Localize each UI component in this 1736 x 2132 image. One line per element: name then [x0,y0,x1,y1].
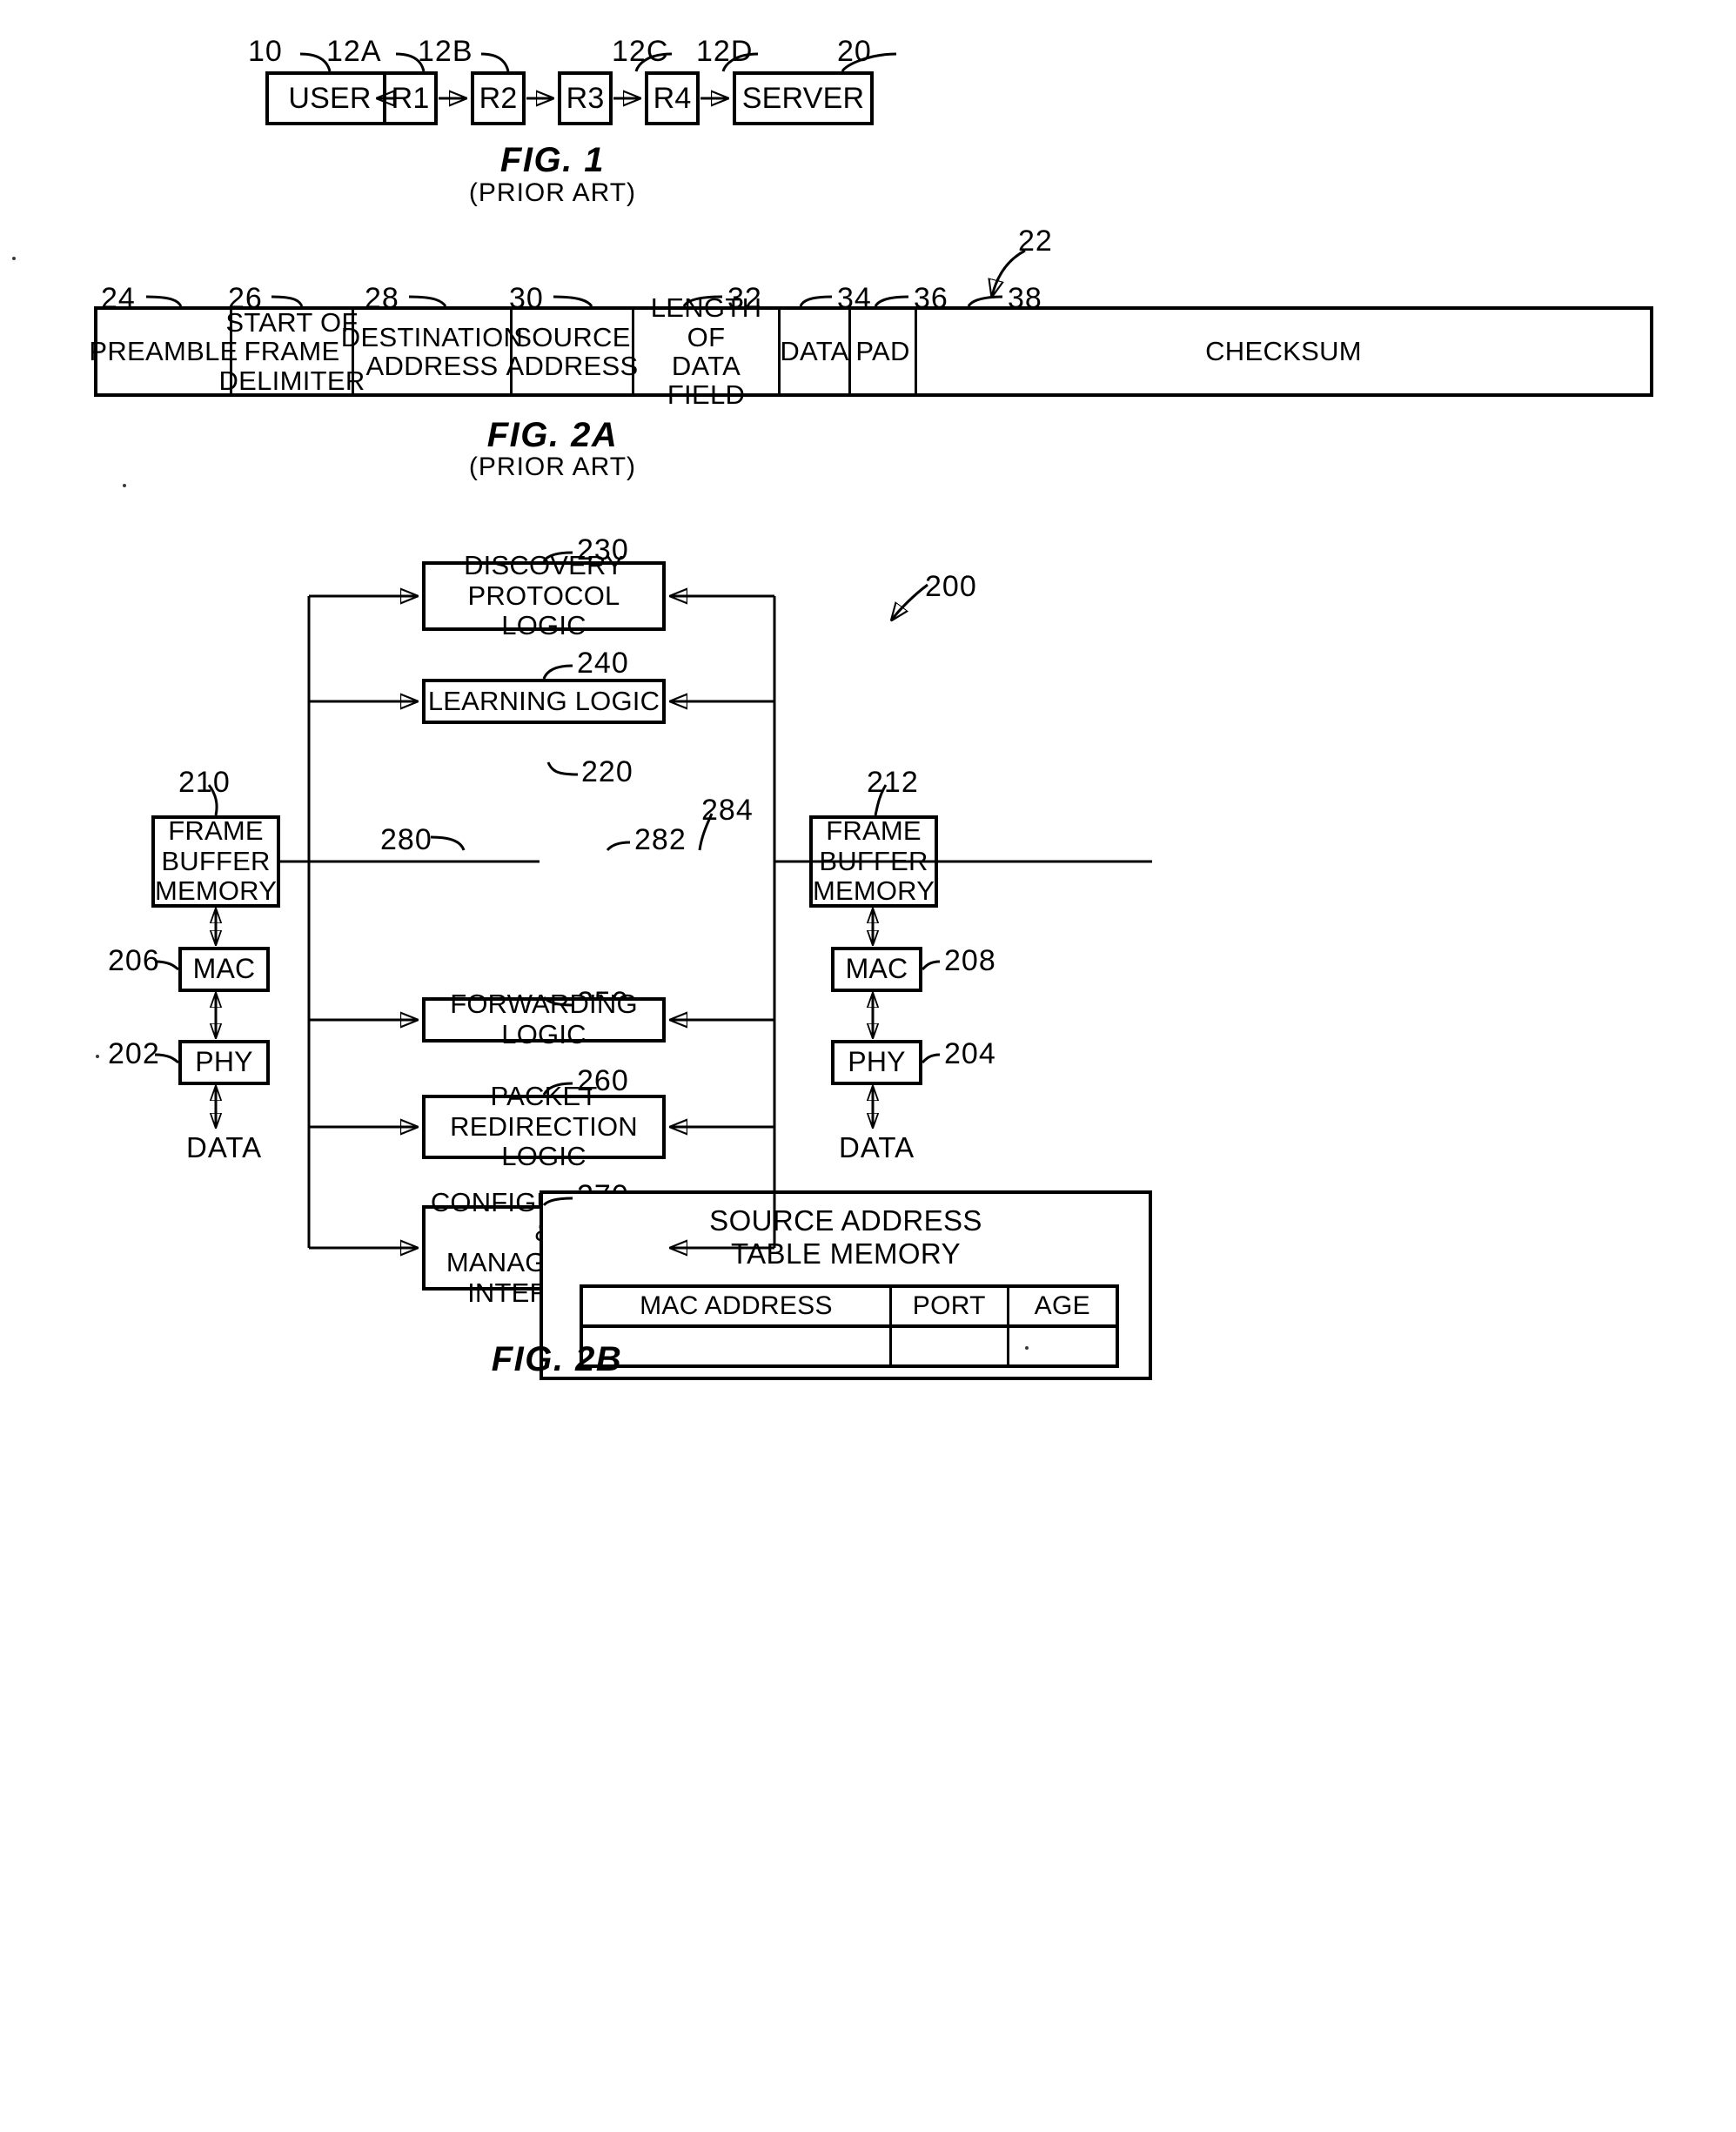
fig2b-right-data-label: DATA [839,1131,915,1163]
reference-numeral-12A: 12A [326,35,382,68]
fig2b-source-address-table-memory-title: SOURCE ADDRESS TABLE MEMORY [709,1204,982,1270]
scan-speck [96,1055,99,1058]
fig1-node-r3: R3 [558,71,613,125]
patent-drawing-sheet: 10 12A 12B 12C 12D 20 USER R1 R2 R3 R4 S… [0,0,1736,2132]
fig2a-field-sfd: START OF FRAME DELIMITER [218,306,365,396]
fig2b-left-mac-label: MAC [192,953,256,985]
fig1-caption: FIG. 1 [499,141,606,179]
reference-numeral-240: 240 [577,647,629,680]
fig1-node-r4: R4 [645,71,700,125]
fig2b-system-arrow [892,583,928,620]
fig1-node-server-label: SERVER [741,81,865,115]
reference-numeral-206: 206 [108,944,160,977]
fig2b-caption: FIG. 2B [491,1340,623,1378]
fig2a-field-source: SOURCE ADDRESS [506,310,638,393]
fig2b-block-learning-logic: LEARNING LOGIC [422,679,666,724]
fig2b-left-phy: PHY [178,1040,270,1085]
fig2a-field-checksum: CHECKSUM [1205,336,1362,367]
fig2b-left-phy-label: PHY [195,1046,253,1078]
fig1-node-r1-label: R1 [391,81,430,115]
fig2b-left-frame-buffer-memory: FRAME BUFFER MEMORY [151,815,280,908]
fig2b-right-mac-label: MAC [845,953,908,985]
fig2a-field-length: LENGTH OF DATA FIELD [634,293,781,410]
fig1-node-r1: R1 [383,71,438,125]
column-header-mac-address: MAC ADDRESS [583,1288,892,1324]
reference-numeral-12C: 12C [612,35,669,68]
reference-numeral-204: 204 [944,1037,996,1070]
fig1-node-server: SERVER [733,71,874,125]
fig1-leader-lines [299,52,897,72]
fig2b-right-mac: MAC [831,947,922,992]
fig2a-frame-format-strip: PREAMBLE START OF FRAME DELIMITER DESTIN… [89,293,1653,410]
fig1-subcaption: (PRIOR ART) [468,178,637,207]
scan-speck [123,484,126,487]
reference-numeral-202: 202 [108,1037,160,1070]
fig2b-block-forwarding-logic: FORWARDING LOGIC [422,989,666,1049]
reference-numeral-282: 282 [634,823,687,856]
fig2b-block-packet-redirection-logic: PACKET REDIRECTION LOGIC [422,1081,666,1171]
table-cell-port [892,1328,1009,1364]
fig2a-field-pad: PAD [851,310,917,393]
reference-numeral-212: 212 [867,766,919,799]
fig1-node-user-label: USER [288,81,372,115]
fig2b-block-discovery-protocol-logic-label: DISCOVERY PROTOCOL LOGIC [464,549,624,641]
fig2a-leader-lines [145,249,1026,307]
fig1-node-r2-label: R2 [479,81,518,115]
fig2a-caption: FIG. 2A [486,416,619,454]
fig2b-block-forwarding-logic-label: FORWARDING LOGIC [450,989,638,1049]
fig2b-block-discovery-protocol-logic: DISCOVERY PROTOCOL LOGIC [422,550,666,640]
reference-numeral-208: 208 [944,944,996,977]
reference-numeral-20: 20 [837,35,872,68]
column-header-port: PORT [892,1288,1009,1324]
fig2b-right-phy-label: PHY [848,1046,906,1078]
fig2b-right-frame-buffer-memory: FRAME BUFFER MEMORY [809,815,938,908]
reference-numeral-12D: 12D [696,35,754,68]
fig1-node-r3-label: R3 [566,81,605,115]
scan-speck [12,257,16,260]
fig2a-subcaption: (PRIOR ART) [468,453,637,481]
reference-numeral-10: 10 [248,35,283,68]
reference-numeral-280: 280 [380,823,432,856]
scan-speck [1025,1346,1029,1350]
fig2b-left-frame-buffer-memory-label: FRAME BUFFER MEMORY [154,815,278,907]
reference-numeral-284: 284 [701,794,754,827]
column-header-age: AGE [1034,1291,1090,1320]
fig2b-right-frame-buffer-memory-label: FRAME BUFFER MEMORY [812,815,935,907]
reference-numeral-200: 200 [925,570,977,603]
reference-numeral-220: 220 [581,755,633,788]
fig2b-right-phy: PHY [831,1040,922,1085]
fig1-node-r2: R2 [471,71,526,125]
reference-numeral-12B: 12B [418,35,473,68]
reference-numeral-22: 22 [1018,225,1053,258]
fig1-node-user: USER [265,71,394,125]
table-header-row: MAC ADDRESS PORT AGE [583,1288,1116,1328]
reference-numeral-210: 210 [178,766,231,799]
fig2a-field-destination: DESTINATION ADDRESS [341,310,523,393]
fig2b-left-mac: MAC [178,947,270,992]
fig1-node-r4-label: R4 [653,81,692,115]
fig2b-block-packet-redirection-logic-label: PACKET REDIRECTION LOGIC [450,1080,638,1172]
fig2a-field-data: DATA [780,310,851,393]
fig2b-block-learning-logic-label: LEARNING LOGIC [427,685,660,716]
fig2b-left-data-label: DATA [186,1131,263,1163]
fig2a-field-preamble: PREAMBLE [89,310,238,393]
